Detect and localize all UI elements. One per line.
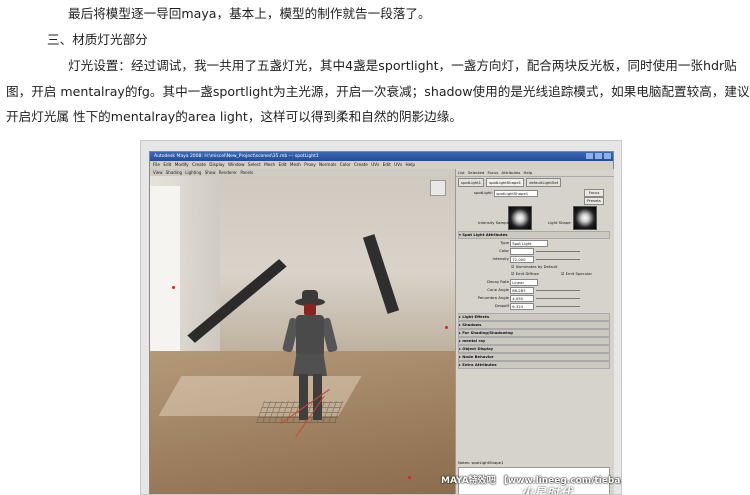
watermark-logo: 火星时代 (521, 486, 574, 495)
intensity-sample-swatch (508, 206, 532, 230)
section-label: Shadows (462, 322, 482, 327)
attribute-editor: List Selected Focus Attributes Help spot… (455, 169, 614, 494)
window-buttons (586, 152, 613, 161)
section-spot-label: Spot Light Attributes (462, 232, 508, 237)
intensity-row: Intensity 72.000 (459, 255, 581, 263)
node-name-row: spotLight: spotLightShape1 (459, 189, 539, 197)
tab-spotlight-shape[interactable]: spotLightShape1 (486, 178, 525, 187)
light-shape-label: Light Shape (548, 220, 571, 225)
tab-spotlight[interactable]: spotLight1 (458, 178, 485, 187)
section-heading: 三、材质灯光部分 (47, 32, 148, 47)
character-hat-crown (302, 290, 318, 302)
illuminates-default-checkbox[interactable]: ☑ Illuminates by Default (511, 263, 558, 270)
reflector-panel-right (362, 234, 400, 314)
intensity-sample-label: Intensity Sample (478, 220, 510, 225)
penumbra-row: Penumbra Angle 4.050 (459, 294, 581, 302)
emit-specular-checkbox[interactable]: ☑ Emit Specular (561, 270, 592, 277)
maximize-icon (595, 153, 602, 159)
decay-select[interactable]: Linear (510, 278, 539, 286)
type-row: Type Spot Light (459, 239, 549, 247)
light-shape-swatch (573, 206, 597, 230)
view-cube-icon (430, 180, 446, 196)
cone-field[interactable]: 86.283 (510, 286, 535, 294)
tab-default-light-set[interactable]: defaultLightSet (526, 178, 562, 187)
close-icon (604, 153, 611, 159)
decay-label: Decay Rate (487, 279, 509, 284)
3d-viewport (150, 176, 455, 494)
attr-tabs: spotLight1 spotLightShape1 defaultLightS… (456, 177, 614, 188)
attr-menubar: List Selected Focus Attributes Help (456, 169, 614, 177)
dropoff-row: Dropoff 6.324 (459, 302, 581, 310)
penumbra-slider[interactable] (536, 297, 581, 299)
minimize-icon (586, 153, 593, 159)
intensity-field[interactable]: 72.000 (510, 255, 535, 263)
light-locator (445, 326, 448, 329)
notes-label: Notes: spotLightShape1 (458, 460, 504, 465)
presets-button[interactable]: Presets (584, 197, 604, 205)
emit-diffuse-label: Emit Diffuse (515, 271, 539, 276)
color-swatch[interactable] (510, 247, 535, 255)
section-label: Object Display (462, 346, 494, 351)
cone-label: Cone Angle (487, 287, 509, 292)
node-label: spotLight: (474, 190, 493, 195)
paragraph-line-1: 灯光设置：经过调试，我一共用了五盏灯光，其中4盏是sportlight，一盏方向… (68, 58, 737, 73)
section-label: Light Effects (462, 314, 490, 319)
emit-diffuse-checkbox[interactable]: ☑ Emit Diffuse (511, 270, 539, 277)
section-shadows[interactable]: ▸ Shadows (458, 321, 610, 329)
character-leg-left (299, 374, 308, 420)
penumbra-field[interactable]: 4.050 (510, 294, 535, 302)
emit-specular-label: Emit Specular (565, 271, 593, 276)
maya-menubar: File Edit Modify Create Display Window S… (150, 161, 613, 169)
color-slider[interactable] (536, 250, 581, 252)
character-coat (293, 354, 327, 376)
section-mental-ray[interactable]: ▸ mental ray (458, 337, 610, 345)
section-label: For Shading/Shadowing (462, 330, 513, 335)
paragraph-line-3: 开启灯光属 性下的mentalray的area light，这样可以得到柔和自然… (6, 109, 462, 124)
section-extra-attributes[interactable]: ▸ Extra Attributes (458, 361, 610, 369)
section-light-effects[interactable]: ▸ Light Effects (458, 313, 610, 321)
light-locator (172, 286, 175, 289)
paragraph-line-2: 图，开启 mentalray的fg。其中一盏sportlight为主光源，开启一… (6, 84, 750, 99)
dropoff-slider[interactable] (536, 305, 581, 307)
type-label: Type (500, 240, 509, 245)
color-label: Color (499, 248, 509, 253)
character-body (296, 315, 324, 357)
dropoff-field[interactable]: 6.324 (510, 302, 535, 310)
intensity-label: Intensity (492, 256, 509, 261)
penumbra-label: Penumbra Angle (477, 295, 509, 300)
illum-default-label: Illuminates by Default (515, 264, 558, 269)
light-locator (408, 476, 411, 479)
maya-titlebar: Autodesk Maya 2008: H:\miscel\New_Projec… (150, 152, 613, 161)
intensity-slider[interactable] (536, 258, 581, 260)
maya-window: Autodesk Maya 2008: H:\miscel\New_Projec… (149, 151, 614, 494)
section-object-display[interactable]: ▸ Object Display (458, 345, 610, 353)
node-name-field[interactable]: spotLightShape1 (494, 189, 539, 197)
room-window-light (150, 186, 180, 376)
decay-row: Decay Rate Linear (459, 278, 539, 286)
dropoff-label: Dropoff (494, 303, 509, 308)
cone-angle-row: Cone Angle 86.283 (459, 286, 581, 294)
color-row: Color (459, 247, 581, 255)
paragraph-intro: 最后将模型逐一导回maya，基本上，模型的制作就告一段落了。 (68, 6, 431, 21)
focus-button[interactable]: Focus (584, 189, 604, 197)
viewport-menubar: View Shading Lighting Show Renderer Pane… (150, 169, 458, 176)
section-label: mental ray (462, 338, 486, 343)
section-for-shading[interactable]: ▸ For Shading/Shadowing (458, 329, 610, 337)
maya-screenshot: Autodesk Maya 2008: H:\miscel\New_Projec… (140, 140, 622, 495)
section-node-behavior[interactable]: ▸ Node Behavior (458, 353, 610, 361)
section-label: Extra Attributes (462, 362, 497, 367)
cone-slider[interactable] (536, 289, 581, 291)
section-label: Node Behavior (462, 354, 494, 359)
type-select[interactable]: Spot Light (510, 239, 549, 247)
section-spot-light-attributes[interactable]: ▾ Spot Light Attributes (458, 231, 610, 239)
window-title: Autodesk Maya 2008: H:\miscel\New_Projec… (154, 154, 319, 159)
